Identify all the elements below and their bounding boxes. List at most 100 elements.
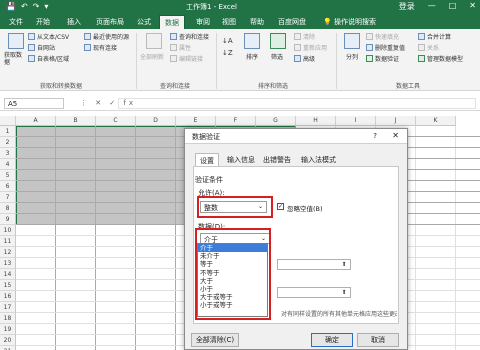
apply-all-label[interactable]: 对有同样设置的所有其他单元格应用这些更改(P): [281, 309, 397, 318]
column-header[interactable]: H: [296, 116, 336, 126]
row-header[interactable]: 13: [0, 258, 16, 269]
cancel-button[interactable]: 取消: [357, 333, 399, 347]
close-button[interactable]: ✕: [469, 1, 476, 12]
row-header[interactable]: 6: [0, 181, 16, 192]
column-header[interactable]: J: [376, 116, 416, 126]
manage-data-model-button[interactable]: 管理数据模型: [418, 54, 463, 63]
from-table-button[interactable]: 自表格/区域: [28, 54, 69, 63]
filter-button[interactable]: 筛选: [271, 52, 283, 61]
advanced-button[interactable]: 高级: [294, 54, 315, 63]
row-header[interactable]: 1: [0, 126, 16, 137]
row-header[interactable]: 19: [0, 324, 16, 335]
formula-bar: A5 ⋮ ✕ ✓ fx: [0, 96, 480, 111]
tab-formulas[interactable]: 公式: [137, 17, 151, 27]
sort-az-icon[interactable]: ↓A: [222, 37, 233, 45]
clear-all-button[interactable]: 全部清除(C): [191, 333, 239, 347]
column-header[interactable]: I: [336, 116, 376, 126]
flash-fill-button[interactable]: 快速填充: [366, 32, 399, 41]
ok-button[interactable]: 确定: [311, 333, 353, 347]
row-header[interactable]: 3: [0, 148, 16, 159]
sort-za-icon[interactable]: ↓Z: [222, 49, 233, 57]
login-link[interactable]: 登录: [399, 1, 415, 12]
row-header[interactable]: 17: [0, 302, 16, 313]
properties-button[interactable]: 属性: [170, 43, 191, 52]
ignore-blank-checkbox[interactable]: ✓: [277, 203, 284, 210]
relationships-button[interactable]: 关系: [418, 43, 439, 52]
tab-page-layout[interactable]: 页面布局: [96, 17, 124, 27]
tab-error-alert[interactable]: 出错警告: [263, 155, 291, 165]
column-header[interactable]: C: [96, 116, 136, 126]
row-header[interactable]: 15: [0, 280, 16, 291]
tab-help[interactable]: 帮助: [250, 17, 264, 27]
recent-sources-button[interactable]: 最近使用的源: [84, 32, 129, 41]
row-header[interactable]: 20: [0, 335, 16, 346]
row-header[interactable]: 8: [0, 203, 16, 214]
save-icon[interactable]: 💾: [6, 2, 16, 11]
row-header[interactable]: 5: [0, 170, 16, 181]
get-data-button[interactable]: 获取数 据: [4, 52, 22, 66]
lightbulb-icon: 💡: [323, 18, 334, 26]
column-header[interactable]: B: [56, 116, 96, 126]
customize-qat-icon[interactable]: ▾: [44, 2, 48, 11]
data-validation-button[interactable]: 数据验证: [366, 54, 399, 63]
column-header[interactable]: G: [256, 116, 296, 126]
row-header[interactable]: 2: [0, 137, 16, 148]
reapply-button[interactable]: 重新应用: [294, 43, 327, 52]
window-title: 工作簿1 - Excel: [186, 3, 237, 11]
row-header[interactable]: 16: [0, 291, 16, 302]
from-text-csv-button[interactable]: 从文本/CSV: [28, 32, 69, 41]
queries-connections-button[interactable]: 查询和连接: [170, 32, 209, 41]
sort-button[interactable]: 排序: [246, 52, 258, 61]
from-web-button[interactable]: 自网站: [28, 43, 55, 52]
tab-baidu-pan[interactable]: 百度网盘: [278, 17, 306, 27]
sort-icon: [244, 33, 260, 49]
tab-review[interactable]: 审阅: [196, 17, 210, 27]
column-header[interactable]: K: [416, 116, 456, 126]
row-header[interactable]: 14: [0, 269, 16, 280]
minimize-button[interactable]: —: [428, 1, 436, 12]
column-header[interactable]: F: [216, 116, 256, 126]
collapse-dialog-icon[interactable]: ⬆: [339, 260, 349, 269]
existing-connections-button[interactable]: 现有连接: [84, 43, 117, 52]
tab-file[interactable]: 文件: [9, 17, 23, 27]
refresh-all-button[interactable]: 全部刷新: [140, 52, 164, 61]
tab-home[interactable]: 开始: [36, 17, 50, 27]
text-to-columns-button[interactable]: 分列: [346, 52, 358, 61]
tab-view[interactable]: 视图: [222, 17, 236, 27]
from-table-label: 自表格/区域: [37, 56, 70, 63]
row-header[interactable]: 11: [0, 236, 16, 247]
select-all-corner[interactable]: [0, 116, 16, 126]
tell-me-search[interactable]: 💡 操作说明搜索: [323, 17, 376, 27]
tab-ime-mode[interactable]: 输入法模式: [301, 155, 336, 165]
tab-settings[interactable]: 设置: [195, 153, 219, 167]
row-header[interactable]: 9: [0, 214, 16, 225]
clear-label: 清除: [303, 34, 316, 41]
maximize-button[interactable]: □: [449, 1, 457, 12]
column-header[interactable]: A: [16, 116, 56, 126]
remove-duplicates-button[interactable]: 删除重复值: [366, 43, 405, 52]
queries-connections-label: 查询和连接: [179, 34, 210, 41]
tab-data[interactable]: 数据: [159, 15, 185, 29]
row-header[interactable]: 21: [0, 346, 16, 350]
consolidate-button[interactable]: 合并计算: [418, 32, 451, 41]
row-header[interactable]: 12: [0, 247, 16, 258]
collapse-dialog-icon[interactable]: ⬆: [339, 288, 349, 297]
row-header[interactable]: 10: [0, 225, 16, 236]
redo-icon[interactable]: ↷: [33, 2, 40, 11]
clear-button[interactable]: 清除: [294, 32, 315, 41]
name-box[interactable]: A5: [4, 98, 64, 109]
help-button[interactable]: ?: [373, 132, 377, 140]
column-header[interactable]: E: [176, 116, 216, 126]
formula-input[interactable]: [118, 98, 476, 109]
tab-insert[interactable]: 插入: [67, 17, 81, 27]
consolidate-label: 合并计算: [427, 34, 452, 41]
undo-icon[interactable]: ↶: [21, 2, 28, 11]
remove-duplicates-icon: [366, 44, 373, 51]
row-header[interactable]: 4: [0, 159, 16, 170]
column-header[interactable]: D: [136, 116, 176, 126]
dialog-close-button[interactable]: ✕: [392, 131, 399, 140]
edit-links-button[interactable]: 编辑链接: [170, 54, 203, 63]
row-header[interactable]: 7: [0, 192, 16, 203]
tab-input-message[interactable]: 输入信息: [227, 155, 255, 165]
row-header[interactable]: 18: [0, 313, 16, 324]
